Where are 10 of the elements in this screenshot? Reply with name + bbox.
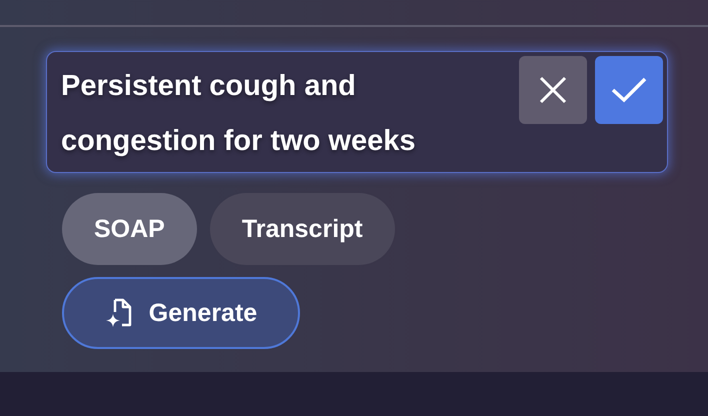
- text-editor[interactable]: Persistent cough and congestion for two weeks: [46, 51, 668, 173]
- format-chip[interactable]: Transcript: [210, 193, 395, 265]
- close-icon: [538, 75, 568, 105]
- checkmark-icon: [611, 77, 647, 103]
- confirm-button[interactable]: [595, 56, 663, 124]
- format-chip[interactable]: SOAP: [62, 193, 197, 265]
- editor-text: Persistent cough and congestion for two weeks: [61, 69, 416, 159]
- close-button[interactable]: [519, 56, 587, 124]
- document-sparkle-icon: [104, 298, 133, 328]
- generate-button[interactable]: Generate: [62, 277, 300, 349]
